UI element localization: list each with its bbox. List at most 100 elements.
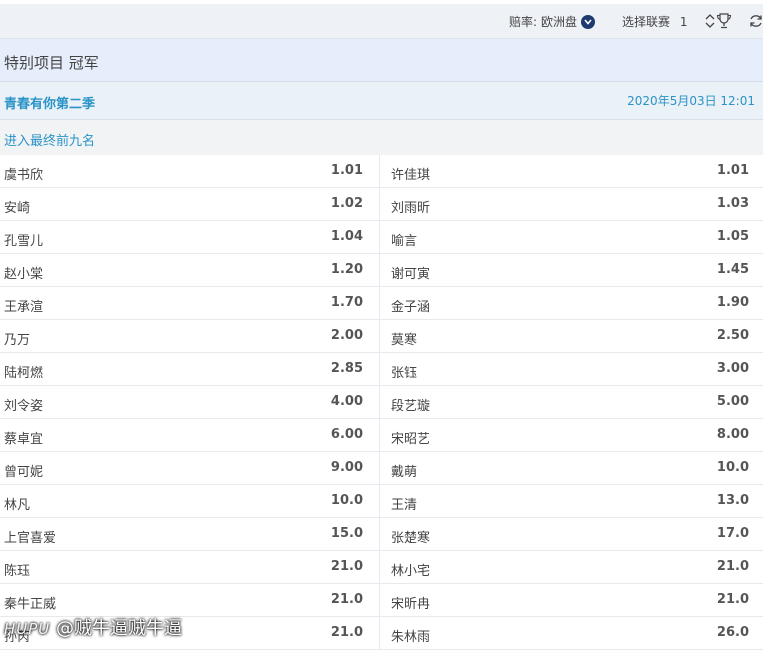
selection-odds[interactable]: 1.03 (717, 196, 749, 211)
selection-odds[interactable]: 3.00 (717, 361, 749, 376)
selection-name: 林小宅 (391, 564, 431, 579)
selection-odds[interactable]: 26.0 (717, 625, 749, 640)
selection-cell[interactable]: 林凡 10.0 (0, 485, 380, 518)
selection-name: 王清 (391, 498, 418, 513)
selection-odds[interactable]: 21.0 (717, 592, 749, 607)
selection-odds[interactable]: 10.0 (331, 493, 363, 508)
selection-cell[interactable]: 蔡卓宜 6.00 (0, 419, 380, 452)
table-row: 曾可妮 9.00 戴萌 10.0 (0, 452, 763, 485)
selection-name: 乃万 (4, 333, 31, 348)
selection-odds[interactable]: 1.01 (717, 163, 749, 178)
table-row: 刘令姿 4.00 段艺璇 5.00 (0, 386, 763, 419)
selection-cell[interactable]: 喻言 1.05 (380, 221, 763, 254)
league-selector[interactable]: 选择联赛 1 (622, 13, 687, 30)
selection-odds[interactable]: 2.50 (717, 328, 749, 343)
selection-cell[interactable]: 莫寒 2.50 (380, 320, 763, 353)
selection-name: 安崎 (4, 201, 31, 216)
selection-odds[interactable]: 17.0 (717, 526, 749, 541)
selection-odds[interactable]: 8.00 (717, 427, 749, 442)
table-row: 虞书欣 1.01 许佳琪 1.01 (0, 155, 763, 188)
selection-odds[interactable]: 1.70 (331, 295, 363, 310)
selection-cell[interactable]: 秦牛正威 21.0 (0, 584, 380, 617)
selection-cell[interactable]: 赵小棠 1.20 (0, 254, 380, 287)
event-datetime: 2020年5月03日 12:01 (627, 94, 755, 108)
selection-odds[interactable]: 1.04 (331, 229, 363, 244)
selection-cell[interactable]: 曾可妮 9.00 (0, 452, 380, 485)
selection-odds[interactable]: 6.00 (331, 427, 363, 442)
selection-name: 段艺璇 (391, 399, 431, 414)
section-title: 特别项目 冠军 (4, 54, 99, 72)
selection-cell[interactable]: 宋昕冉 21.0 (380, 584, 763, 617)
selection-odds[interactable]: 1.02 (331, 196, 363, 211)
selection-odds[interactable]: 1.90 (717, 295, 749, 310)
odds-type-selector[interactable]: 赔率: 欧洲盘 (509, 13, 596, 30)
table-row: 蔡卓宜 6.00 宋昭艺 8.00 (0, 419, 763, 452)
section-header: 特别项目 冠军 (0, 39, 763, 82)
selection-cell[interactable]: 林小宅 21.0 (380, 551, 763, 584)
selection-cell[interactable]: 王承渲 1.70 (0, 287, 380, 320)
selection-cell[interactable]: 刘令姿 4.00 (0, 386, 380, 419)
selection-odds[interactable]: 2.85 (331, 361, 363, 376)
selection-cell[interactable]: 金子涵 1.90 (380, 287, 763, 320)
selection-odds[interactable]: 9.00 (331, 460, 363, 475)
selection-name: 戴萌 (391, 465, 418, 480)
selection-cell[interactable]: 戴萌 10.0 (380, 452, 763, 485)
selection-odds[interactable]: 1.01 (331, 163, 363, 178)
selection-cell[interactable]: 谢可寅 1.45 (380, 254, 763, 287)
chevron-down-icon[interactable] (581, 14, 596, 29)
table-row: 王承渲 1.70 金子涵 1.90 (0, 287, 763, 320)
selection-odds[interactable]: 1.05 (717, 229, 749, 244)
selection-odds[interactable]: 21.0 (331, 625, 363, 640)
selection-name: 喻言 (391, 234, 418, 249)
table-row: 林凡 10.0 王清 13.0 (0, 485, 763, 518)
selection-cell[interactable]: 王清 13.0 (380, 485, 763, 518)
selection-odds[interactable]: 21.0 (331, 559, 363, 574)
selection-cell[interactable]: 张钰 3.00 (380, 353, 763, 386)
odds-label: 赔率: (509, 15, 538, 29)
selection-name: 王承渲 (4, 300, 44, 315)
selection-name: 孔雪儿 (4, 234, 44, 249)
selection-odds[interactable]: 2.00 (331, 328, 363, 343)
watermark: HUPU @贼牛逼贼牛逼 (4, 614, 182, 640)
selection-cell[interactable]: 上官喜爱 15.0 (0, 518, 380, 551)
selection-cell[interactable]: 刘雨昕 1.03 (380, 188, 763, 221)
selection-cell[interactable]: 朱林雨 26.0 (380, 617, 763, 650)
selection-cell[interactable]: 安崎 1.02 (0, 188, 380, 221)
selection-odds[interactable]: 15.0 (331, 526, 363, 541)
selection-odds[interactable]: 1.45 (717, 262, 749, 277)
selection-odds[interactable]: 5.00 (717, 394, 749, 409)
selection-cell[interactable]: 张楚寒 17.0 (380, 518, 763, 551)
table-row: 秦牛正威 21.0 宋昕冉 21.0 (0, 584, 763, 617)
selection-cell[interactable]: 乃万 2.00 (0, 320, 380, 353)
selection-name: 上官喜爱 (4, 531, 57, 546)
selection-odds[interactable]: 10.0 (717, 460, 749, 475)
selection-odds[interactable]: 4.00 (331, 394, 363, 409)
selection-cell[interactable]: 许佳琪 1.01 (380, 155, 763, 188)
event-name[interactable]: 青春有你第二季 (4, 93, 95, 112)
selection-cell[interactable]: 段艺璇 5.00 (380, 386, 763, 419)
table-row: 安崎 1.02 刘雨昕 1.03 (0, 188, 763, 221)
selection-name: 许佳琪 (391, 168, 431, 183)
selection-odds[interactable]: 13.0 (717, 493, 749, 508)
selection-cell[interactable]: 陈珏 21.0 (0, 551, 380, 584)
selection-name: 刘雨昕 (391, 201, 431, 216)
selection-odds[interactable]: 1.20 (331, 262, 363, 277)
selection-name: 陈珏 (4, 564, 31, 579)
event-header[interactable]: 青春有你第二季 2020年5月03日 12:01 (0, 82, 763, 120)
odds-grid: 虞书欣 1.01 许佳琪 1.01 安崎 1.02 刘雨昕 1.03 孔雪儿 1… (0, 155, 763, 650)
table-row: 上官喜爱 15.0 张楚寒 17.0 (0, 518, 763, 551)
selection-cell[interactable]: 陆柯燃 2.85 (0, 353, 380, 386)
selection-odds[interactable]: 21.0 (717, 559, 749, 574)
selection-cell[interactable]: 宋昭艺 8.00 (380, 419, 763, 452)
table-row: 乃万 2.00 莫寒 2.50 (0, 320, 763, 353)
selection-name: 赵小棠 (4, 267, 44, 282)
selection-cell[interactable]: 孔雪儿 1.04 (0, 221, 380, 254)
refresh-icon[interactable] (749, 14, 763, 28)
sort-icon[interactable] (705, 14, 715, 28)
selection-cell[interactable]: 虞书欣 1.01 (0, 155, 380, 188)
table-row: 孔雪儿 1.04 喻言 1.05 (0, 221, 763, 254)
selection-name: 张钰 (391, 366, 418, 381)
selection-odds[interactable]: 21.0 (331, 592, 363, 607)
trophy-icon[interactable] (716, 13, 732, 29)
table-row: 赵小棠 1.20 谢可寅 1.45 (0, 254, 763, 287)
